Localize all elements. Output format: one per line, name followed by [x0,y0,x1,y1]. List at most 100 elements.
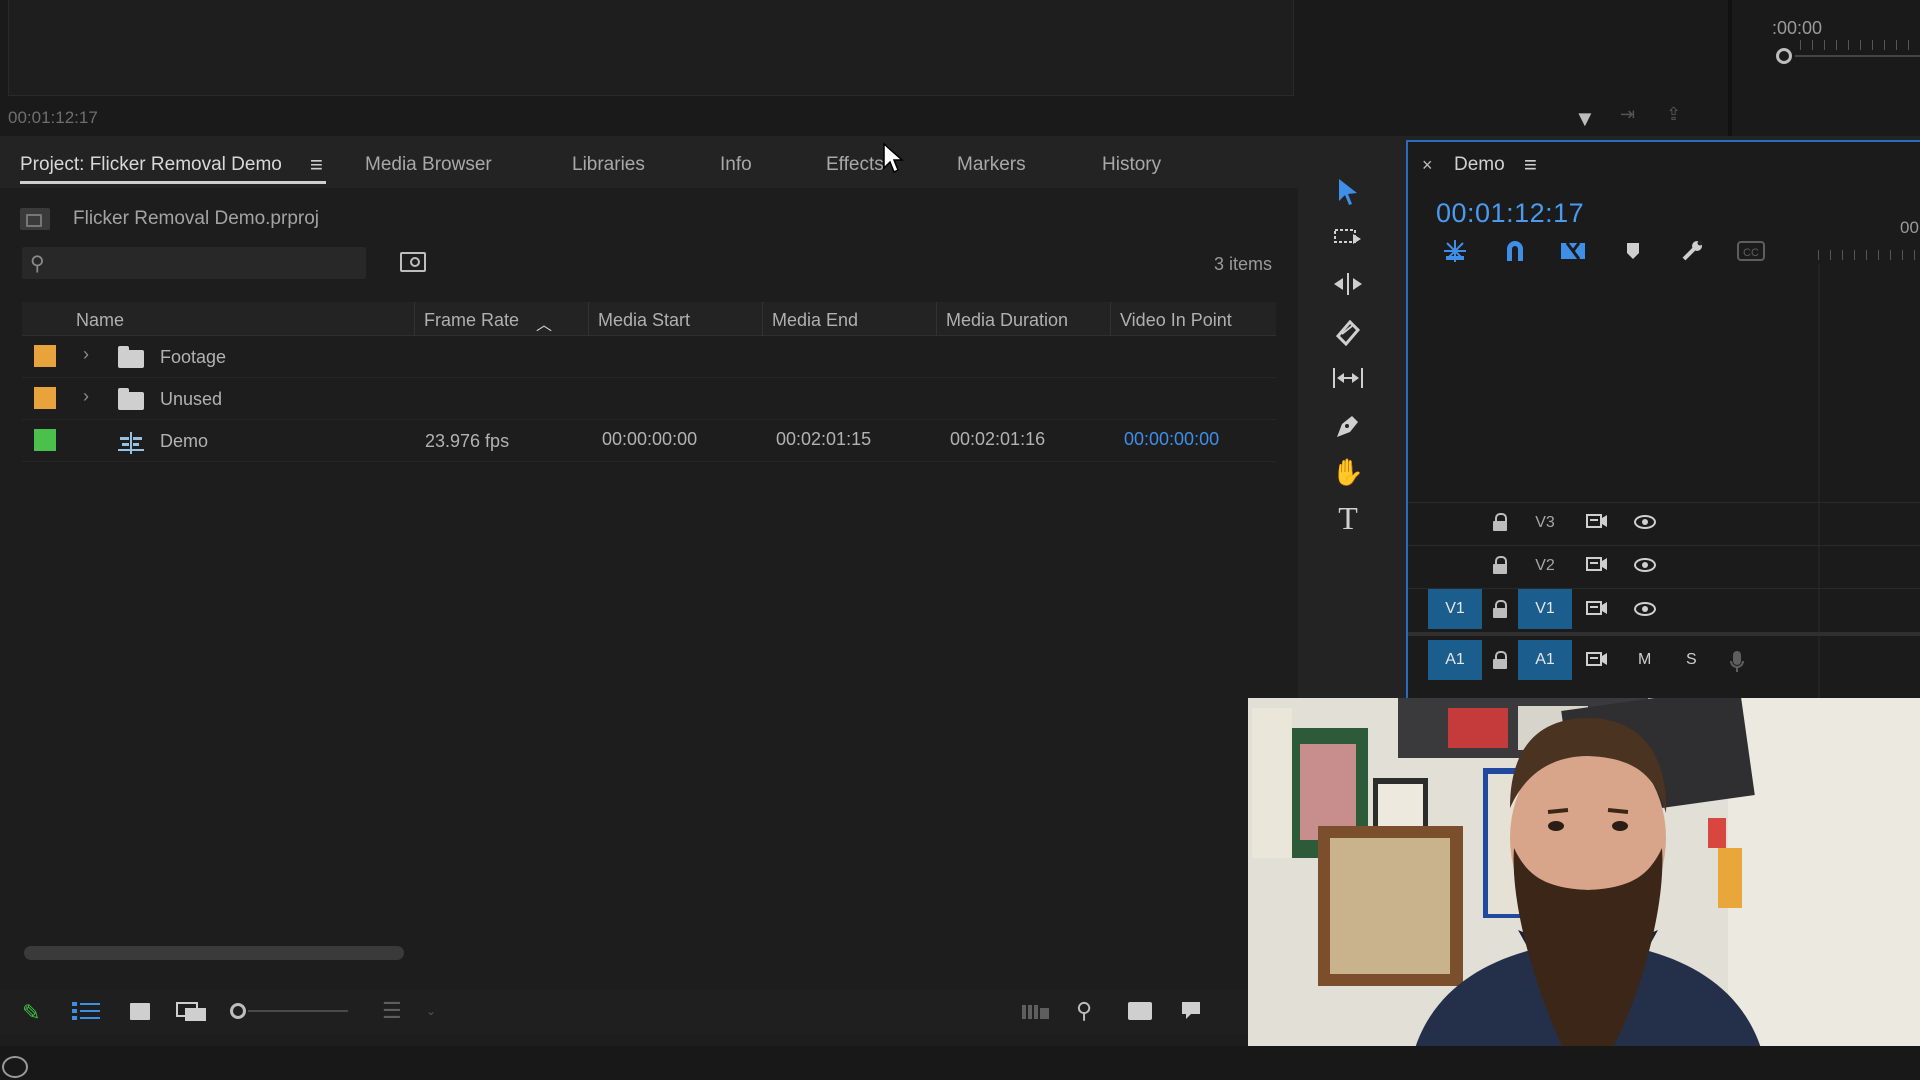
track-separator [1408,588,1920,589]
find-icon[interactable]: ⚲ [1076,998,1092,1024]
program-playhead[interactable] [1776,48,1792,64]
filter-icon[interactable]: ▼ [1574,106,1596,132]
pencil-icon[interactable]: ✎ [22,1000,40,1026]
tab-libraries[interactable]: Libraries [572,154,645,176]
chevron-right-icon[interactable]: › [83,344,89,365]
zoom-slider-track[interactable] [248,1010,348,1012]
horizontal-scrollbar[interactable] [24,946,404,960]
razor-tool-icon[interactable] [1330,314,1366,350]
tab-history[interactable]: History [1102,154,1161,176]
add-marker-icon[interactable] [1616,234,1650,268]
tab-project[interactable]: Project: Flicker Removal Demo [20,154,282,176]
slip-tool-icon[interactable] [1330,360,1366,396]
find-bin-icon[interactable] [400,252,426,272]
timeline-ruler[interactable] [1818,250,1920,260]
nest-toggle-icon[interactable] [1438,234,1472,268]
label-color-swatch[interactable] [34,387,56,409]
column-header-media-start[interactable]: Media Start [598,310,690,331]
tab-markers[interactable]: Markers [957,154,1026,176]
item-media-start: 00:00:00:00 [602,429,698,449]
chevron-down-icon[interactable]: ⌄ [426,1004,436,1018]
pen-tool-icon[interactable] [1330,408,1366,444]
new-bin-icon[interactable] [1128,1002,1152,1020]
source-patch-a1[interactable]: A1 [1428,640,1482,680]
eye-icon[interactable] [1634,558,1656,572]
active-tab-underline [20,181,326,184]
list-view-icon[interactable] [72,1000,102,1022]
wrench-icon[interactable] [1676,234,1710,268]
track-target-v2[interactable]: V2 [1518,546,1572,586]
linked-selection-icon[interactable] [1556,234,1590,268]
folder-icon [118,346,144,368]
creative-cloud-icon[interactable] [2,1056,28,1078]
lock-icon[interactable] [1492,556,1508,574]
eye-icon[interactable] [1634,602,1656,616]
lock-icon[interactable] [1492,513,1508,531]
sync-lock-icon[interactable] [1586,651,1608,669]
sequence-tab-name[interactable]: Demo [1454,154,1505,176]
lock-icon[interactable] [1492,651,1508,669]
timeline-timecode[interactable]: 00:01:12:17 [1436,198,1584,229]
freeform-view-icon[interactable] [176,1002,208,1022]
column-separator[interactable] [1110,302,1111,336]
sync-lock-icon[interactable] [1586,556,1608,574]
tab-media-browser[interactable]: Media Browser [365,154,492,176]
source-patch-v1[interactable]: V1 [1428,589,1482,629]
column-header-frame-rate[interactable]: Frame Rate [424,310,519,331]
svg-text:CC: CC [1743,247,1759,259]
ripple-edit-tool-icon[interactable] [1330,266,1366,302]
sort-menu-icon[interactable]: ☰ [382,998,402,1024]
video-audio-divider[interactable] [1408,632,1920,636]
item-video-in-point[interactable]: 00:00:00:00 [1124,429,1219,450]
column-header-media-duration[interactable]: Media Duration [946,310,1068,331]
close-icon[interactable]: × [1422,155,1433,176]
column-header-name[interactable]: Name [76,310,124,331]
sync-lock-icon[interactable] [1586,600,1608,618]
hand-tool-icon[interactable]: ✋ [1330,454,1366,490]
tab-info[interactable]: Info [720,154,752,176]
panel-menu-icon[interactable]: ≡ [310,152,323,178]
column-separator[interactable] [414,302,415,336]
insert-icon[interactable]: ⇥ [1620,104,1646,124]
mute-button[interactable]: M [1638,651,1651,669]
item-name[interactable]: Demo [160,431,208,452]
eye-icon[interactable] [1634,515,1656,529]
lock-icon[interactable] [1492,600,1508,618]
search-input[interactable] [58,250,358,276]
tab-effects[interactable]: Effects [826,154,884,176]
item-name[interactable]: Footage [160,347,226,368]
item-name[interactable]: Unused [160,389,222,410]
microphone-icon[interactable] [1730,651,1744,673]
column-separator[interactable] [936,302,937,336]
program-ruler[interactable] [1795,55,1920,57]
captions-icon[interactable]: CC [1734,234,1768,268]
project-file-icon[interactable] [20,208,50,230]
type-tool-icon[interactable]: T [1330,500,1366,536]
column-header-media-end[interactable]: Media End [772,310,858,331]
selection-tool-icon[interactable] [1330,174,1366,210]
status-bar [0,1046,1920,1080]
column-separator[interactable] [762,302,763,336]
label-color-swatch[interactable] [34,345,56,367]
source-timecode[interactable]: 00:01:12:17 [8,108,98,128]
column-header-video-in-point[interactable]: Video In Point [1120,310,1232,331]
track-target-a1[interactable]: A1 [1518,640,1572,680]
snap-icon[interactable] [1498,234,1532,268]
track-target-v3[interactable]: V3 [1518,503,1572,543]
chevron-right-icon[interactable]: › [83,386,89,407]
new-item-icon[interactable] [1182,1000,1202,1020]
track-select-tool-icon[interactable] [1330,220,1366,256]
timeline-menu-icon[interactable]: ≡ [1524,152,1537,178]
track-target-v1[interactable]: V1 [1518,589,1572,629]
column-separator[interactable] [588,302,589,336]
zoom-slider-handle[interactable] [230,1003,246,1019]
icon-view-icon[interactable] [130,1003,150,1020]
automate-to-sequence-icon[interactable] [1022,1002,1050,1020]
monitor-divider[interactable] [1728,0,1732,136]
sync-lock-icon[interactable] [1586,513,1608,531]
track-header-divider[interactable] [1818,264,1820,704]
export-frame-icon[interactable]: ⇪ [1666,104,1692,124]
label-color-swatch[interactable] [34,429,56,451]
source-monitor-frame[interactable] [8,0,1294,96]
solo-button[interactable]: S [1686,651,1697,669]
